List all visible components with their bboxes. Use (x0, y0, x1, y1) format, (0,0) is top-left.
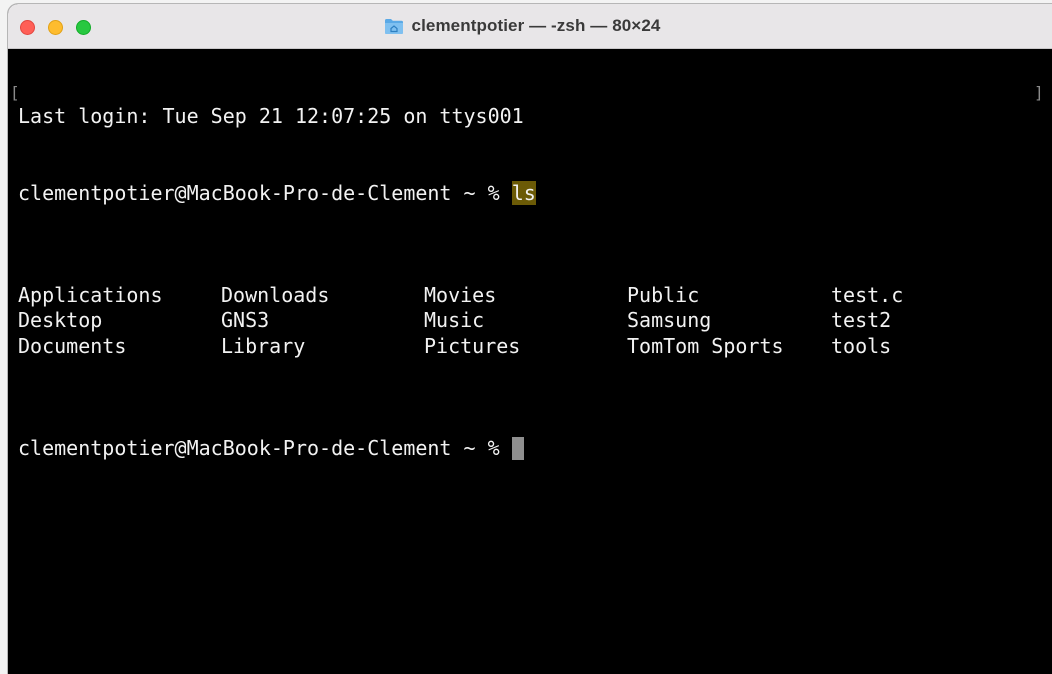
command-line: clementpotier@MacBook-Pro-de-Clement ~ %… (18, 180, 1035, 207)
list-item: Applications (18, 282, 163, 307)
list-item: Downloads (221, 282, 330, 307)
title-container: clementpotier — -zsh — 80×24 (8, 4, 1052, 48)
line-mark-bracket-right: ] (1034, 83, 1044, 102)
ls-listing: Applications Downloads Movies Public tes… (18, 283, 1035, 360)
list-item: TomTom Sports (627, 333, 784, 358)
list-item: Desktop (18, 308, 103, 332)
terminal-output: Last login: Tue Sep 21 12:07:25 on ttys0… (18, 53, 1035, 512)
folder-home-icon (384, 17, 404, 35)
list-item: Movies (424, 282, 497, 307)
command-text: ls (511, 180, 536, 205)
list-item: Public (627, 282, 700, 307)
prompt-text: clementpotier@MacBook-Pro-de-Clement ~ % (18, 435, 512, 460)
list-item: tools (831, 333, 892, 358)
list-item: Music (424, 308, 485, 332)
list-item: test2 (831, 308, 892, 332)
list-item: GNS3 (221, 308, 270, 332)
terminal-window: clementpotier — -zsh — 80×24 [ ] Last lo… (8, 4, 1052, 674)
list-item: test.c (831, 282, 904, 307)
prompt-text: clementpotier@MacBook-Pro-de-Clement ~ % (18, 180, 512, 205)
list-item: Documents (18, 333, 127, 358)
list-item: Samsung (627, 308, 712, 332)
list-item: Library (221, 333, 306, 358)
list-item: Pictures (424, 333, 521, 358)
terminal-content[interactable]: [ ] Last login: Tue Sep 21 12:07:25 on t… (8, 49, 1052, 674)
title-bar[interactable]: clementpotier — -zsh — 80×24 (8, 4, 1052, 49)
last-login-line: Last login: Tue Sep 21 12:07:25 on ttys0… (18, 104, 524, 128)
text-cursor (511, 436, 524, 460)
active-prompt-line: clementpotier@MacBook-Pro-de-Clement ~ % (18, 436, 1035, 462)
window-title: clementpotier — -zsh — 80×24 (411, 16, 661, 35)
title-group: clementpotier — -zsh — 80×24 (384, 16, 661, 36)
